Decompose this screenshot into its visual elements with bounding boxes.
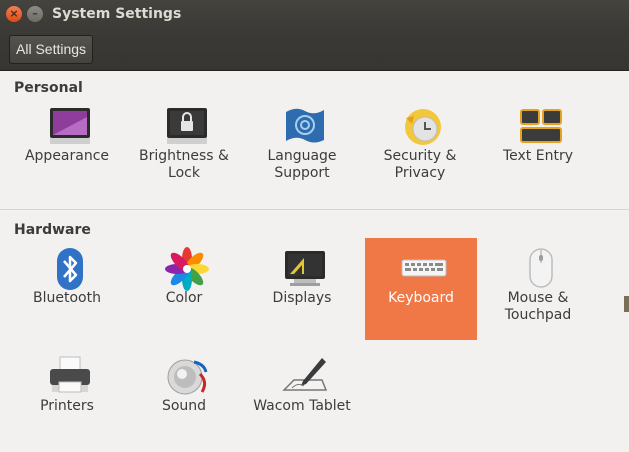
settings-item-color[interactable]: Color <box>128 238 240 340</box>
mouse-icon <box>518 246 564 292</box>
security-clock-icon <box>400 104 446 150</box>
settings-item-bluetooth[interactable]: Bluetooth <box>11 238 123 340</box>
item-label: Displays <box>272 290 332 306</box>
all-settings-button[interactable]: All Settings <box>9 35 94 64</box>
minimize-button[interactable]: – <box>27 6 43 22</box>
section-title-personal: Personal <box>14 80 83 96</box>
language-flag-icon <box>282 104 328 150</box>
item-label: Printers <box>40 398 94 414</box>
item-label: Bluetooth <box>33 290 101 306</box>
item-label: Color <box>165 290 203 306</box>
item-label: Appearance <box>24 148 110 164</box>
settings-item-displays[interactable]: Displays <box>246 238 358 340</box>
appearance-icon <box>47 104 93 150</box>
item-label: Text Entry <box>502 148 573 164</box>
item-label: Security & Privacy <box>383 148 457 181</box>
settings-item-language-support[interactable]: Language Support <box>246 96 358 198</box>
settings-item-keyboard[interactable]: Keyboard <box>365 238 477 340</box>
color-flower-icon <box>164 246 210 292</box>
close-icon: × <box>9 7 19 20</box>
item-label: Wacom Tablet <box>253 398 351 414</box>
settings-item-security-privacy[interactable]: Security & Privacy <box>364 96 476 198</box>
display-icon <box>282 246 328 292</box>
settings-item-printers[interactable]: Printers <box>11 346 123 448</box>
settings-item-appearance[interactable]: Appearance <box>11 96 123 198</box>
window-title: System Settings <box>52 6 182 22</box>
bluetooth-icon <box>47 246 93 292</box>
section-title-hardware: Hardware <box>14 222 91 238</box>
item-label: Keyboard <box>388 290 454 306</box>
settings-item-brightness-lock[interactable]: Brightness & Lock <box>128 96 240 198</box>
speaker-icon <box>164 354 210 400</box>
settings-item-sound[interactable]: Sound <box>128 346 240 448</box>
section-divider <box>0 209 629 210</box>
lock-icon <box>164 104 210 150</box>
settings-item-mouse-touchpad[interactable]: Mouse & Touchpad <box>482 238 594 340</box>
settings-item-text-entry[interactable]: Text Entry <box>482 96 594 198</box>
tablet-pen-icon <box>282 354 328 400</box>
toolbar: All Settings <box>0 30 629 71</box>
item-label: Language Support <box>267 148 337 181</box>
partial-item-icon <box>624 296 629 312</box>
settings-item-wacom-tablet[interactable]: Wacom Tablet <box>246 346 358 448</box>
keys-icon <box>518 104 564 150</box>
minimize-icon: – <box>32 7 38 20</box>
keyboard-icon <box>401 246 447 292</box>
close-button[interactable]: × <box>6 6 22 22</box>
item-label: Brightness & Lock <box>139 148 229 181</box>
item-label: Sound <box>161 398 207 414</box>
item-label: Mouse & Touchpad <box>504 290 572 323</box>
title-bar: × – System Settings <box>0 0 629 30</box>
printer-icon <box>47 354 93 400</box>
